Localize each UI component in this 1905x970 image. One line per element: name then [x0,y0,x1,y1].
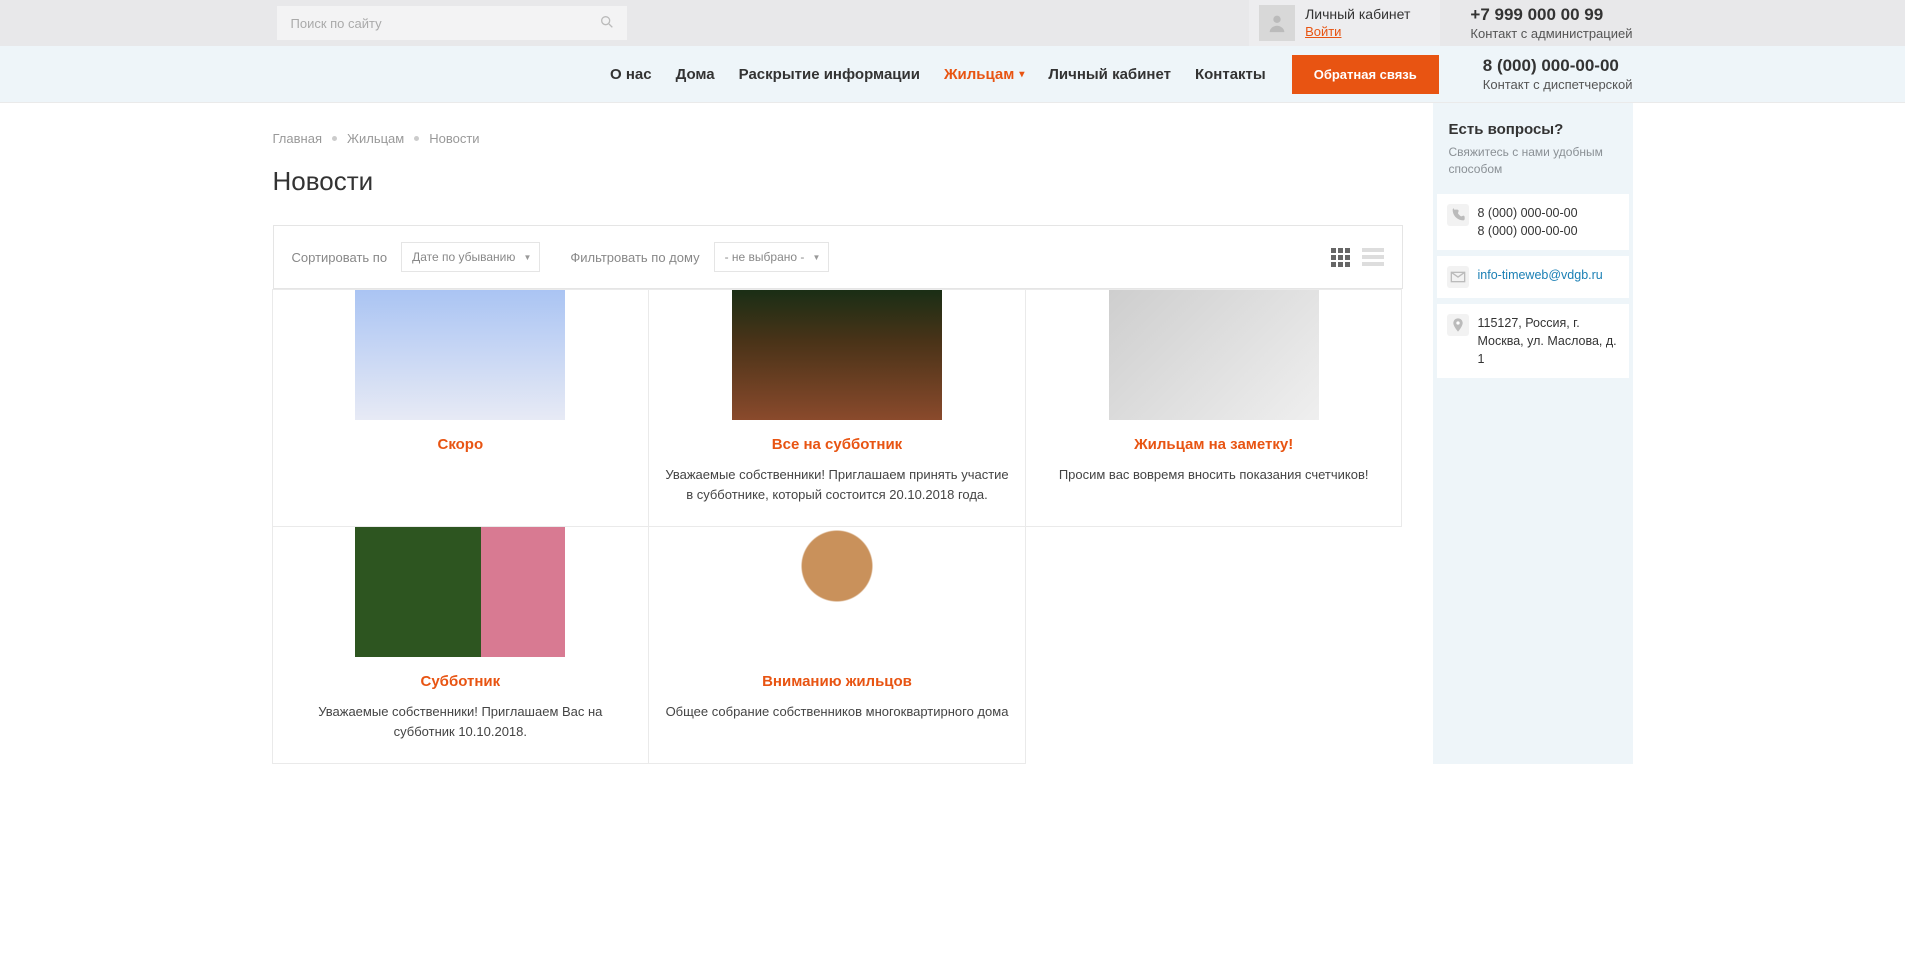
sidebar-phone-1: 8 (000) 000-00-00 [1478,204,1578,222]
account-title: Личный кабинет [1305,5,1410,23]
news-card[interactable]: Вниманию жильцов Общее собрание собствен… [648,527,1026,764]
crumb-news: Новости [429,131,479,146]
sidebar: Есть вопросы? Свяжитесь с нами удобным с… [1433,103,1633,764]
news-title[interactable]: Скоро [273,436,649,453]
sort-label: Сортировать по [292,250,388,265]
sort-select[interactable]: Дате по убыванию [401,242,540,272]
sidebar-phone-2: 8 (000) 000-00-00 [1478,222,1578,240]
crumb-separator [332,136,337,141]
crumb-separator [414,136,419,141]
news-card[interactable]: Скоро [272,289,650,527]
nav-item-houses[interactable]: Дома [676,66,715,83]
news-image [1109,290,1319,420]
avatar-icon [1259,5,1295,41]
news-grid: Скоро Все на субботник Уважаемые собстве… [273,289,1403,764]
sidebar-email-card[interactable]: info-timeweb@vdgb.ru [1437,256,1629,298]
view-grid-icon[interactable] [1331,248,1350,267]
nav-menu: О нас Дома Раскрытие информации Жильцам▾… [610,66,1266,83]
news-desc: Общее собрание собственников многокварти… [649,702,1025,722]
feedback-button[interactable]: Обратная связь [1292,55,1439,94]
news-title[interactable]: Все на субботник [649,436,1025,453]
view-list-icon[interactable] [1362,248,1384,267]
phone-icon [1447,204,1469,226]
nav-item-residents[interactable]: Жильцам▾ [944,66,1024,83]
nav-item-disclosure[interactable]: Раскрытие информации [739,66,920,83]
news-image [732,290,942,420]
news-card[interactable]: Субботник Уважаемые собственники! Пригла… [272,527,650,764]
news-title[interactable]: Субботник [273,673,649,690]
search-icon[interactable] [599,14,617,32]
nav-item-account[interactable]: Личный кабинет [1048,66,1171,83]
dispatch-sub: Контакт с диспетчерской [1483,77,1633,93]
news-card[interactable]: Жильцам на заметку! Просим вас вовремя в… [1025,289,1403,527]
login-link[interactable]: Войти [1305,24,1410,41]
news-image [355,290,565,420]
breadcrumb: Главная Жильцам Новости [273,131,1403,146]
sidebar-address-card: 115127, Россия, г. Москва, ул. Маслова, … [1437,304,1629,378]
admin-phone-sub: Контакт с администрацией [1470,26,1632,43]
filter-house-label: Фильтровать по дому [570,250,699,265]
search-input[interactable] [277,6,627,40]
admin-contact-box: +7 999 000 00 99 Контакт с администрацие… [1440,0,1632,46]
chevron-down-icon: ▾ [1019,69,1024,80]
envelope-icon [1447,266,1469,288]
house-select[interactable]: - не выбрано - [714,242,830,272]
sidebar-address: 115127, Россия, г. Москва, ул. Маслова, … [1478,314,1619,368]
map-pin-icon [1447,314,1469,336]
news-desc: Уважаемые собственники! Приглашаем приня… [649,465,1025,504]
admin-phone[interactable]: +7 999 000 00 99 [1470,4,1632,26]
dispatch-box: 8 (000) 000-00-00 Контакт с диспетчерско… [1483,55,1633,93]
crumb-home[interactable]: Главная [273,131,322,146]
news-desc: Уважаемые собственники! Приглашаем Вас н… [273,702,649,741]
search-wrap [277,6,627,40]
nav-item-about[interactable]: О нас [610,66,652,83]
sidebar-title: Есть вопросы? [1449,121,1617,138]
dispatch-phone[interactable]: 8 (000) 000-00-00 [1483,55,1633,76]
main-content: Главная Жильцам Новости Новости Сортиров… [273,103,1403,764]
nav-item-contacts[interactable]: Контакты [1195,66,1266,83]
news-desc: Просим вас вовремя вносить показания сче… [1026,465,1402,485]
navbar: О нас Дома Раскрытие информации Жильцам▾… [0,46,1905,103]
news-title[interactable]: Жильцам на заметку! [1026,436,1402,453]
sidebar-email[interactable]: info-timeweb@vdgb.ru [1478,268,1603,282]
sidebar-phone-card[interactable]: 8 (000) 000-00-00 8 (000) 000-00-00 [1437,194,1629,250]
news-title[interactable]: Вниманию жильцов [649,673,1025,690]
account-box: Личный кабинет Войти [1249,0,1440,46]
news-card[interactable]: Все на субботник Уважаемые собственники!… [648,289,1026,527]
news-image [355,527,565,657]
crumb-residents[interactable]: Жильцам [347,131,404,146]
news-image [732,527,942,657]
sidebar-sub: Свяжитесь с нами удобным способом [1449,144,1617,178]
filter-bar: Сортировать по Дате по убыванию Фильтров… [273,225,1403,289]
topbar: Личный кабинет Войти +7 999 000 00 99 Ко… [0,0,1905,46]
page-title: Новости [273,166,1403,197]
